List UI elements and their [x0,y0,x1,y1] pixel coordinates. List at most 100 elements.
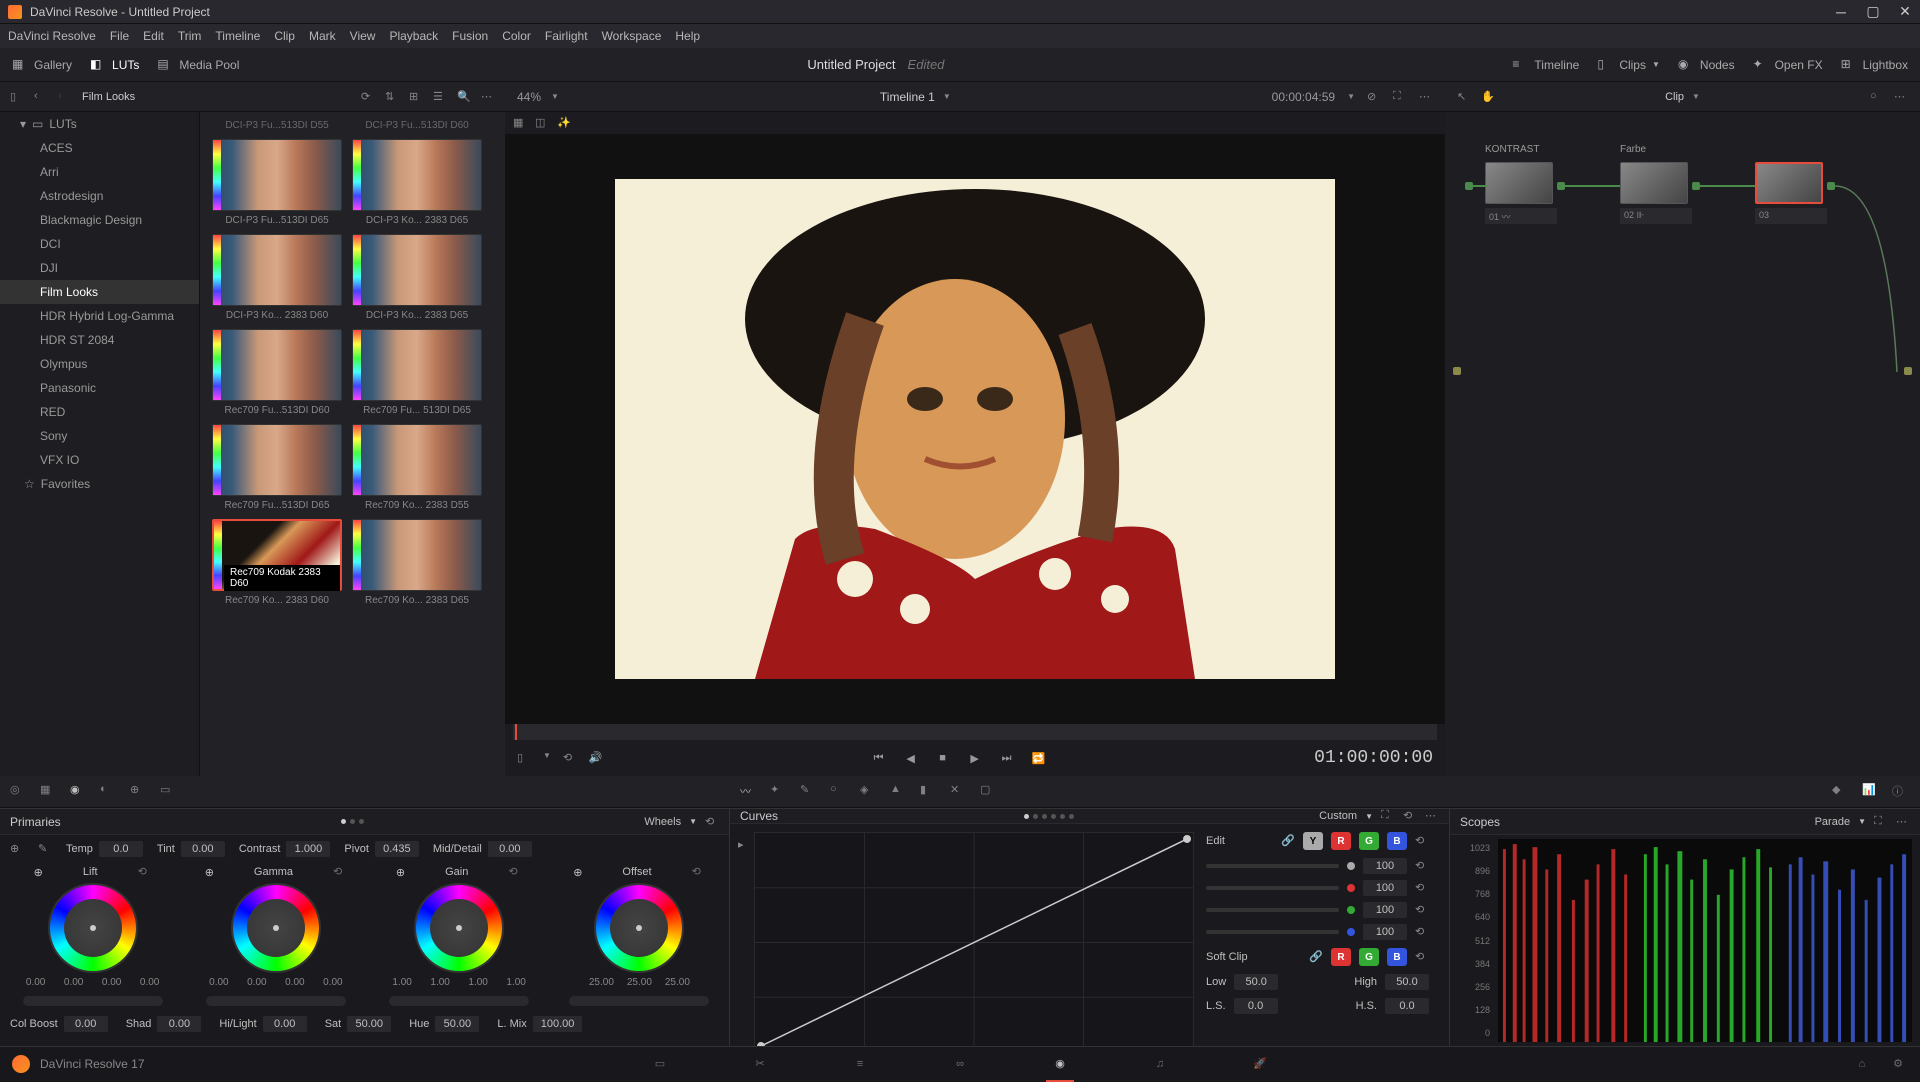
menu-playback[interactable]: Playback [389,29,438,43]
lut-tree-root[interactable]: ▾ ▭ LUTs [0,112,199,136]
lut-tree-item[interactable]: HDR Hybrid Log-Gamma [0,304,199,328]
highlight-icon[interactable]: ✨ [557,116,571,130]
sort-icon[interactable]: ⇅ [385,90,399,104]
hdr-icon[interactable]: ◐ [100,783,118,801]
keyframe-icon[interactable]: ◆ [1832,783,1850,801]
gain-color-wheel[interactable] [414,883,504,973]
node-source[interactable] [1453,367,1461,375]
contrast-value[interactable]: 1.000 [286,841,330,857]
rgb-mixer-icon[interactable]: ⊕ [130,783,148,801]
key-icon[interactable]: ✕ [950,783,968,801]
media-page-icon[interactable]: ▭ [650,1054,670,1074]
lut-tree-item[interactable]: DCI [0,232,199,256]
sc-g-button[interactable]: G [1359,948,1379,966]
curve-reset-icon[interactable]: ⟲ [1415,834,1429,848]
play-button[interactable]: ▶ [966,749,984,767]
menu-help[interactable]: Help [675,29,700,43]
lift-color-wheel[interactable] [48,883,138,973]
scopes-mode[interactable]: Parade [1815,816,1850,828]
wheel-value[interactable]: 0.00 [20,977,52,988]
lut-thumbnail[interactable]: Rec709 Kodak 2383 D60Rec709 Ko... 2383 D… [212,519,342,606]
color-match-icon[interactable]: ▦ [40,783,58,801]
lut-thumbnail[interactable]: DCI-P3 Ko... 2383 D60 [212,234,342,321]
hue-value[interactable]: 50.00 [435,1016,479,1032]
sc-r-button[interactable]: R [1331,948,1351,966]
scopes-expand-icon[interactable]: ⛶ [1874,815,1888,829]
options-icon[interactable]: ⋯ [481,90,495,104]
wheel-picker-icon[interactable]: ⊕ [34,866,43,879]
tracking-icon[interactable]: ◈ [860,783,878,801]
node-01[interactable]: KONTRAST 01 〰 [1485,162,1557,224]
curves-expand-icon[interactable]: ⛶ [1381,809,1395,823]
g-slider[interactable] [1206,908,1339,912]
fusion-page-icon[interactable]: ∞ [950,1054,970,1074]
clip-label[interactable]: Clip [1665,91,1684,103]
y-slider[interactable] [1206,864,1339,868]
pivot-value[interactable]: 0.435 [375,841,419,857]
grid-view-icon[interactable]: ⊞ [409,90,423,104]
wheel-picker-icon[interactable]: ⊕ [396,866,405,879]
wheel-picker-icon[interactable]: ⊕ [573,866,582,879]
wheel-value[interactable]: 25.00 [585,977,617,988]
viewer-timecode[interactable]: 01:00:00:00 [1314,748,1433,768]
auto-icon[interactable]: ⊕ [10,842,24,856]
window-icon[interactable]: ○ [830,783,848,801]
lut-tree-item[interactable]: ☆Favorites [0,472,199,496]
r-channel-button[interactable]: R [1331,832,1351,850]
menu-davinci[interactable]: DaVinci Resolve [8,29,96,43]
wheel-value[interactable]: 0.00 [317,977,349,988]
lut-tree-item[interactable]: Film Looks [0,280,199,304]
lut-tree-item[interactable]: RED [0,400,199,424]
scopes-options-icon[interactable]: ⋯ [1896,815,1910,829]
timeline-dropdown-icon[interactable]: ▼ [943,92,951,101]
scopes-icon[interactable]: 📊 [1862,783,1880,801]
motion-icon[interactable]: ▭ [160,783,178,801]
hand-icon[interactable]: ✋ [1481,90,1495,104]
link-icon[interactable]: 🔗 [1281,834,1295,848]
node-output[interactable] [1904,367,1912,375]
playhead[interactable] [515,724,517,740]
offset-master-slider[interactable] [569,996,709,1006]
split-icon[interactable]: ◫ [535,116,549,130]
lut-thumbnail[interactable]: Rec709 Fu...513DI D65 [212,424,342,511]
menu-timeline[interactable]: Timeline [215,29,260,43]
search-icon[interactable]: 🔍 [457,90,471,104]
gallery-button[interactable]: ▦Gallery [12,57,72,73]
lut-thumbnail[interactable]: Rec709 Ko... 2383 D55 [352,424,482,511]
timeline-button[interactable]: ≡Timeline [1512,57,1579,73]
gain-master-slider[interactable] [389,996,529,1006]
cut-page-icon[interactable]: ✂ [750,1054,770,1074]
curves-reset-icon[interactable]: ⟲ [1403,809,1417,823]
temp-value[interactable]: 0.0 [99,841,143,857]
wheel-value[interactable]: 25.00 [623,977,655,988]
lut-thumbnail[interactable]: DCI-P3 Ko... 2383 D65 [352,139,482,226]
wheel-reset-icon[interactable]: ⟲ [692,865,706,879]
wheel-value[interactable]: 0.00 [279,977,311,988]
lut-thumbnail[interactable]: Rec709 Fu... 513DI D65 [352,329,482,416]
warper-icon[interactable]: ✦ [770,783,788,801]
sizing-icon[interactable]: ▢ [980,783,998,801]
gamma-color-wheel[interactable] [231,883,321,973]
wheel-value[interactable]: 1.00 [500,977,532,988]
openfx-button[interactable]: ✦Open FX [1753,57,1823,73]
forward-icon[interactable]: › [58,90,72,104]
lut-tree-item[interactable]: Sony [0,424,199,448]
hs-value[interactable]: 0.0 [1385,998,1429,1014]
menu-mark[interactable]: Mark [309,29,336,43]
ls-value[interactable]: 0.0 [1234,998,1278,1014]
viewer-canvas[interactable] [505,134,1445,724]
middetail-value[interactable]: 0.00 [488,841,532,857]
lut-tree-item[interactable]: DJI [0,256,199,280]
zoom-dropdown-icon[interactable]: ▼ [551,92,559,101]
r-slider[interactable] [1206,886,1339,890]
wheel-value[interactable]: 0.00 [203,977,235,988]
curves-mode[interactable]: Custom [1319,810,1357,822]
curves-dropdown-icon[interactable]: ▼ [1365,812,1373,821]
panel-menu-icon[interactable]: ▯ [10,90,24,104]
wheels-mode[interactable]: Wheels [644,816,681,828]
softclip-link-icon[interactable]: 🔗 [1309,950,1323,964]
lut-tree-item[interactable]: VFX IO [0,448,199,472]
mute-icon[interactable]: 🔊 [589,751,603,765]
minimize-button[interactable]: ─ [1834,5,1848,19]
timeline-name[interactable]: Timeline 1 [880,90,935,104]
